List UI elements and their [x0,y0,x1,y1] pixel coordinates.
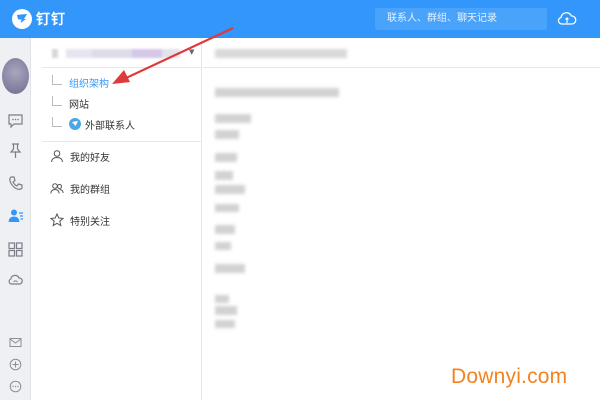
nav-item-my-groups[interactable]: 我的群组 [50,179,110,197]
blurred-title [215,49,347,58]
tree-item-label: 网站 [69,99,89,111]
search-input[interactable]: 联系人、群组、聊天记录 [375,8,547,30]
star-icon [50,213,64,227]
blurred-text [215,225,235,234]
tree-branch-icon [52,117,62,127]
tree-branch-icon [52,96,62,106]
group-icon [50,183,64,194]
cloud-icon[interactable] [556,8,578,30]
blurred-text [215,295,229,303]
blurred-text [215,88,339,97]
avatar[interactable] [2,58,29,94]
organization-selector[interactable]: ▼ [42,38,201,68]
blurred-text [215,306,237,315]
left-rail [0,38,31,400]
nav-item-label: 特别关注 [70,216,110,228]
app-title: 钉钉 [36,12,66,28]
blurred-text [215,130,239,139]
tree-branch-icon [52,75,62,85]
person-icon [51,150,63,163]
phone-icon[interactable] [6,174,25,193]
blurred-text [215,153,237,162]
nav-item-special-follow[interactable]: 特别关注 [50,211,110,229]
blurred-text [215,114,251,123]
blurred-text [215,264,245,273]
external-contact-icon [69,118,81,130]
tree-item-external-contacts[interactable]: 外部联系人 [52,116,135,132]
contacts-panel: ▼ 组织架构 网站 外部联系人 我的好友 我的群组 特别关注 [42,38,202,400]
tree-item-website[interactable]: 网站 [52,95,89,111]
tree-item-label: 外部联系人 [85,120,135,132]
chat-icon[interactable] [6,111,25,130]
nav-item-label: 我的群组 [70,184,110,196]
blurred-text [215,204,239,212]
main-content [203,38,600,400]
blurred-text [215,171,233,180]
divider [42,141,201,142]
watermark: Downyi.com [451,365,568,388]
pin-icon[interactable] [6,141,25,160]
tree-item-label: 组织架构 [69,78,109,90]
mail-icon[interactable] [9,336,22,349]
cloud-drive-icon[interactable] [6,270,25,289]
more-icon[interactable] [9,380,22,393]
app-logo: 钉钉 [12,8,66,30]
blurred-text [215,320,235,328]
blurred-text [215,185,245,194]
nav-item-label: 我的好友 [70,152,110,164]
blurred-text [215,242,231,250]
nav-item-my-friends[interactable]: 我的好友 [50,147,110,165]
caret-down-icon[interactable]: ▼ [189,48,194,56]
company-name-blurred [52,49,180,58]
add-icon[interactable] [9,358,22,371]
title-bar: 钉钉 联系人、群组、聊天记录 [0,0,600,38]
contacts-icon[interactable] [6,206,25,225]
tree-item-org-structure[interactable]: 组织架构 [52,74,109,90]
main-header [203,38,600,68]
apps-icon[interactable] [6,240,25,259]
dingtalk-logo-icon [12,9,32,29]
